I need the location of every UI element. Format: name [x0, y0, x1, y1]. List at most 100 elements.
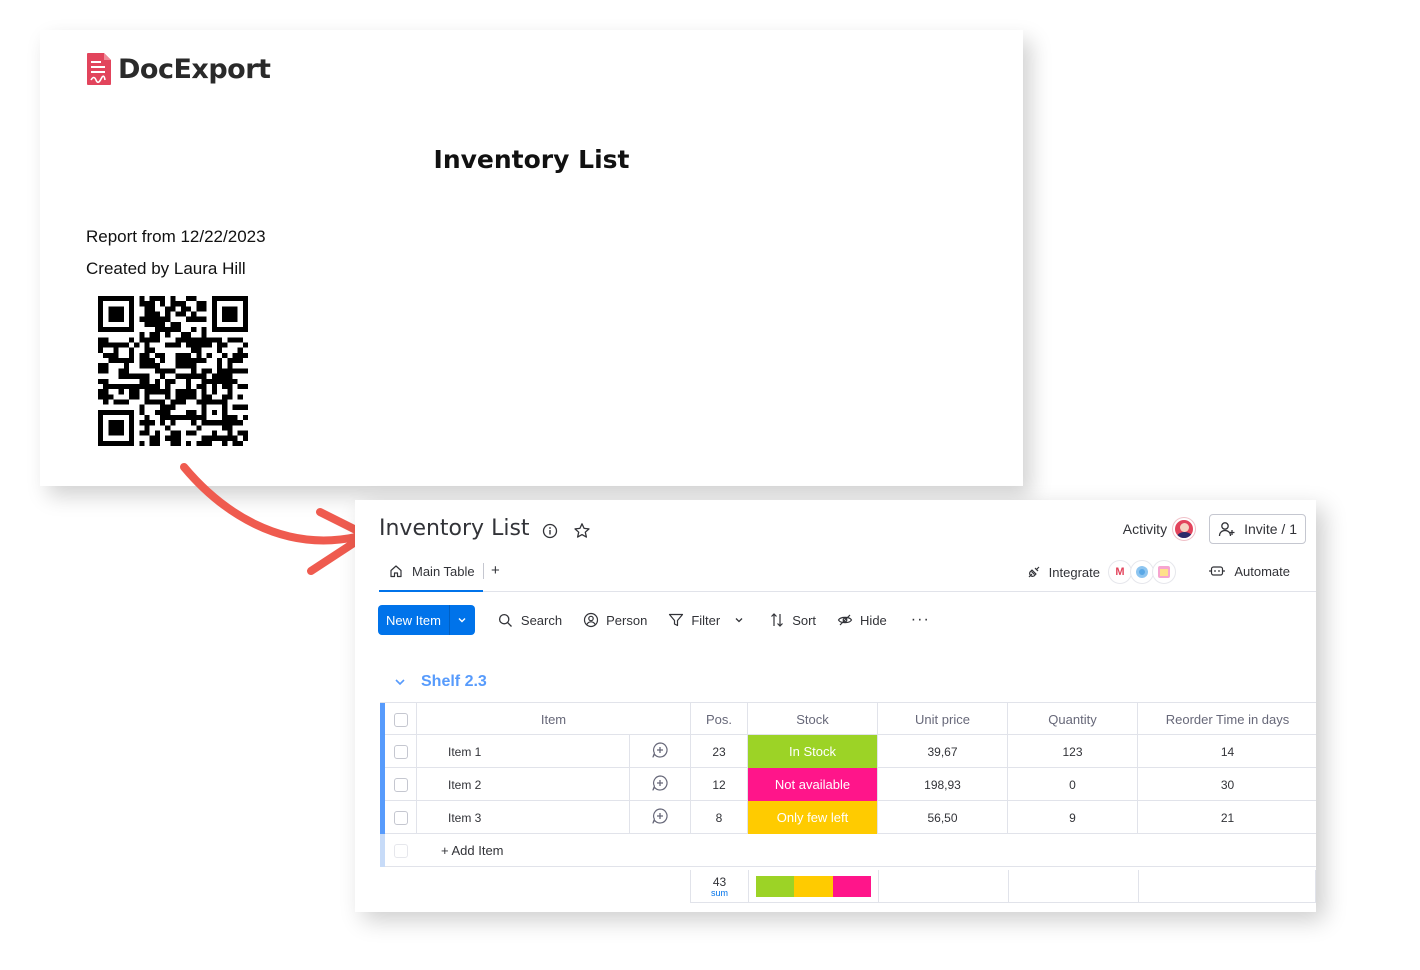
integrate-label: Integrate [1048, 564, 1100, 580]
add-row-select-cell [385, 834, 416, 867]
robot-icon [1208, 562, 1226, 580]
add-update-icon [651, 807, 669, 828]
chevron-down-icon[interactable] [730, 611, 748, 629]
sort-button[interactable]: Sort [768, 611, 816, 629]
unit-price-cell[interactable]: 56,50 [877, 801, 1007, 834]
report-date-line: Report from 12/22/2023 [86, 227, 266, 246]
filter-icon [667, 611, 685, 629]
hide-button[interactable]: Hide [836, 611, 887, 629]
docexport-logo: DocExport [86, 52, 271, 86]
select-all-cell [385, 703, 416, 736]
tab-main-table-label: Main Table [412, 563, 475, 579]
pos-sum-cell[interactable]: 43 sum [691, 870, 748, 903]
add-update-button[interactable] [629, 735, 690, 768]
person-icon [582, 611, 600, 629]
avatar [1173, 518, 1196, 540]
stock-distribution-cell[interactable] [748, 870, 878, 903]
new-item-label[interactable]: New Item [378, 605, 450, 635]
select-all-checkbox[interactable] [393, 712, 408, 727]
star-icon[interactable] [573, 522, 591, 540]
item-name[interactable]: Item 2 [416, 768, 629, 801]
row-select-cell [385, 801, 416, 834]
search-button[interactable]: Search [497, 611, 562, 629]
qr-code [98, 296, 248, 446]
reorder-time-cell[interactable]: 14 [1137, 735, 1317, 768]
filter-label: Filter [691, 612, 721, 628]
invite-button[interactable]: Invite / 1 [1209, 514, 1306, 544]
unit-price-summary-cell [878, 870, 1008, 903]
quantity-summary-cell [1008, 870, 1138, 903]
pos-sum-value: 43 [712, 874, 727, 889]
pos-cell[interactable]: 12 [690, 768, 747, 801]
unit-price-cell[interactable]: 198,93 [877, 768, 1007, 801]
column-header-pos[interactable]: Pos. [690, 703, 747, 736]
table-row[interactable]: Item 1 23 In Stock 39,67 123 14 [380, 735, 1316, 768]
reorder-time-cell[interactable]: 30 [1137, 768, 1317, 801]
search-label: Search [520, 612, 563, 628]
pdf-file-icon [86, 52, 112, 86]
new-item-button[interactable]: New Item [378, 605, 475, 635]
unit-price-cell[interactable]: 39,67 [877, 735, 1007, 768]
sort-icon [768, 611, 786, 629]
row-checkbox[interactable] [393, 777, 408, 792]
person-label: Person [606, 612, 648, 628]
more-options-button[interactable]: ··· [911, 611, 930, 629]
globe-app-icon [1130, 560, 1154, 584]
row-checkbox[interactable] [393, 810, 408, 825]
stock-distribution-bar [756, 876, 871, 897]
eye-off-icon [836, 611, 854, 629]
column-header-reorder-time[interactable]: Reorder Time in days [1137, 703, 1317, 736]
stock-distribution-segment [756, 876, 795, 897]
board-title[interactable]: Inventory List [379, 516, 530, 541]
add-update-button[interactable] [629, 768, 690, 801]
column-header-item[interactable]: Item [416, 703, 690, 736]
brand-name: DocExport [118, 53, 271, 85]
quantity-cell[interactable]: 123 [1007, 735, 1137, 768]
board-table: Item Pos. Stock Unit price Quantity Reor… [380, 702, 1316, 867]
row-checkbox[interactable] [393, 744, 408, 759]
table-header-row: Item Pos. Stock Unit price Quantity Reor… [380, 702, 1317, 736]
board-toolbar: New Item Search Person Filter Sort Hide … [378, 605, 930, 635]
stock-status-cell[interactable]: Not available [747, 768, 877, 801]
chevron-down-icon[interactable] [391, 673, 409, 691]
pos-cell[interactable]: 8 [690, 801, 747, 834]
column-header-quantity[interactable]: Quantity [1007, 703, 1137, 736]
quantity-cell[interactable]: 9 [1007, 801, 1137, 834]
integrate-icon [1025, 563, 1043, 581]
column-header-stock[interactable]: Stock [747, 703, 877, 736]
sort-label: Sort [792, 612, 817, 628]
stock-status-cell[interactable]: In Stock [747, 735, 877, 768]
stock-status-cell[interactable]: Only few left [747, 801, 877, 834]
activity-label: Activity [1122, 521, 1168, 537]
row-select-cell [385, 768, 416, 801]
pos-cell[interactable]: 23 [690, 735, 747, 768]
tab-main-table[interactable]: Main Table [379, 552, 483, 592]
filter-button[interactable]: Filter [667, 611, 748, 629]
group-name[interactable]: Shelf 2.3 [421, 673, 487, 691]
automate-button[interactable]: Automate [1208, 562, 1290, 580]
add-person-icon [1218, 520, 1236, 538]
add-item-input[interactable]: + Add Item [416, 834, 1316, 867]
activity-button[interactable]: Activity [1122, 518, 1196, 540]
reorder-time-cell[interactable]: 21 [1137, 801, 1317, 834]
view-tabs: Main Table + Integrate M Automate [379, 552, 1316, 592]
table-row[interactable]: Item 3 8 Only few left 56,50 9 21 [380, 801, 1316, 834]
table-row[interactable]: Item 2 12 Not available 198,93 0 30 [380, 768, 1316, 801]
add-item-row: + Add Item [380, 834, 1316, 867]
row-select-cell [385, 735, 416, 768]
add-view-button[interactable]: + [491, 562, 500, 579]
person-filter-button[interactable]: Person [582, 611, 647, 629]
add-update-button[interactable] [629, 801, 690, 834]
automate-label: Automate [1234, 563, 1290, 579]
item-name[interactable]: Item 3 [416, 801, 629, 834]
chevron-down-icon[interactable] [450, 605, 475, 635]
home-icon [387, 562, 405, 580]
info-icon[interactable] [541, 522, 559, 540]
item-name[interactable]: Item 1 [416, 735, 629, 768]
hide-label: Hide [860, 612, 887, 628]
quantity-cell[interactable]: 0 [1007, 768, 1137, 801]
integrate-button[interactable]: Integrate M [1025, 560, 1176, 584]
column-header-unit-price[interactable]: Unit price [877, 703, 1007, 736]
pdf-document-preview: DocExport Inventory List Report from 12/… [40, 30, 1023, 486]
summary-row: 43 sum [690, 870, 1316, 903]
